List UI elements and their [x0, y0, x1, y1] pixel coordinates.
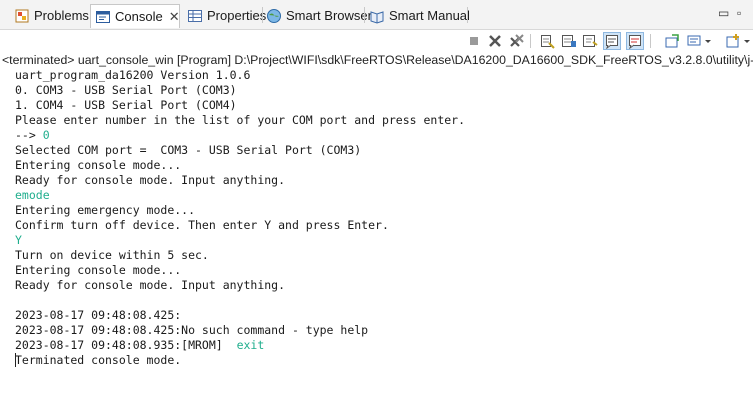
view-tab-bar: Problems Console ✕ Properties Smart Brow…	[0, 0, 753, 30]
console-line-prefix: -->	[15, 128, 43, 142]
console-toolbar	[0, 30, 753, 52]
console-line: 2023-08-17 09:48:08.425:	[15, 308, 182, 322]
tab-smart-manual[interactable]: Smart Manual	[365, 4, 470, 27]
word-wrap-icon[interactable]	[582, 33, 598, 49]
close-icon[interactable]: ✕	[169, 9, 180, 25]
tab-smart-manual-label: Smart Manual	[389, 8, 470, 23]
toolbar-divider	[650, 34, 651, 48]
minimize-icon[interactable]: ▭	[718, 6, 729, 20]
remove-all-terminated-icon[interactable]	[509, 33, 525, 49]
console-line: Selected COM port = COM3 - USB Serial Po…	[15, 143, 362, 157]
console-line: Ready for console mode. Input anything.	[15, 173, 286, 187]
remove-launch-icon[interactable]	[487, 33, 503, 49]
console-output[interactable]: uart_program_da16200 Version 1.0.6 0. COM…	[0, 68, 753, 403]
tab-properties-label: Properties	[207, 8, 267, 23]
open-console-icon[interactable]	[725, 33, 741, 49]
console-line: Entering console mode...	[15, 158, 182, 172]
console-line: 0. COM3 - USB Serial Port (COM3)	[15, 83, 237, 97]
text-cursor	[15, 353, 16, 367]
tab-smart-browser[interactable]: Smart Browser	[262, 4, 372, 27]
console-line-prefix: 2023-08-17 09:48:08.935:[MROM]	[15, 338, 237, 352]
console-line: 2023-08-17 09:48:08.425:No such command …	[15, 323, 369, 337]
show-on-stderr-icon[interactable]	[626, 32, 644, 50]
smart-manual-icon	[369, 8, 385, 24]
console-line: Terminated console mode.	[15, 353, 182, 367]
console-line: Turn on device within 5 sec.	[15, 248, 209, 262]
tab-properties[interactable]: Properties	[183, 4, 266, 27]
toolbar-divider	[530, 34, 531, 48]
tab-divider	[467, 7, 468, 23]
console-line: Ready for console mode. Input anything.	[15, 278, 286, 292]
tab-problems[interactable]: Problems	[10, 4, 89, 27]
chevron-down-icon[interactable]	[703, 33, 713, 49]
tab-problems-label: Problems	[34, 8, 89, 23]
display-console-icon[interactable]	[686, 33, 702, 49]
console-icon	[95, 9, 111, 25]
pin-console-icon[interactable]	[664, 33, 680, 49]
console-line: Please enter number in the list of your …	[15, 113, 466, 127]
console-line: Entering console mode...	[15, 263, 182, 277]
console-user-input: exit	[236, 338, 265, 352]
maximize-icon[interactable]: ▫	[737, 6, 741, 20]
console-process-path: <terminated> uart_console_win [Program] …	[2, 53, 753, 67]
console-line: Entering emergency mode...	[15, 203, 196, 217]
console-user-input: Y	[15, 233, 22, 247]
smart-browser-icon	[266, 8, 282, 24]
console-user-input: 0	[42, 128, 50, 142]
console-user-input: emode	[15, 188, 50, 202]
tab-console[interactable]: Console ✕	[90, 4, 180, 28]
console-line: uart_program_da16200 Version 1.0.6	[15, 68, 251, 82]
properties-icon	[187, 8, 203, 24]
chevron-down-icon[interactable]	[742, 33, 752, 49]
console-line: 2023-08-17 09:48:08.935:[MROM] exit	[15, 338, 753, 353]
clear-console-icon[interactable]	[539, 33, 555, 49]
tab-console-label: Console	[115, 9, 163, 24]
tab-smart-browser-label: Smart Browser	[286, 8, 372, 23]
scroll-lock-icon[interactable]	[561, 33, 577, 49]
console-line: Confirm turn off device. Then enter Y an…	[15, 218, 389, 232]
problems-icon	[14, 8, 30, 24]
terminate-icon[interactable]	[466, 33, 482, 49]
console-line: 1. COM4 - USB Serial Port (COM4)	[15, 98, 237, 112]
console-line: --> 0	[15, 128, 753, 143]
show-on-stdout-icon[interactable]	[603, 32, 621, 50]
